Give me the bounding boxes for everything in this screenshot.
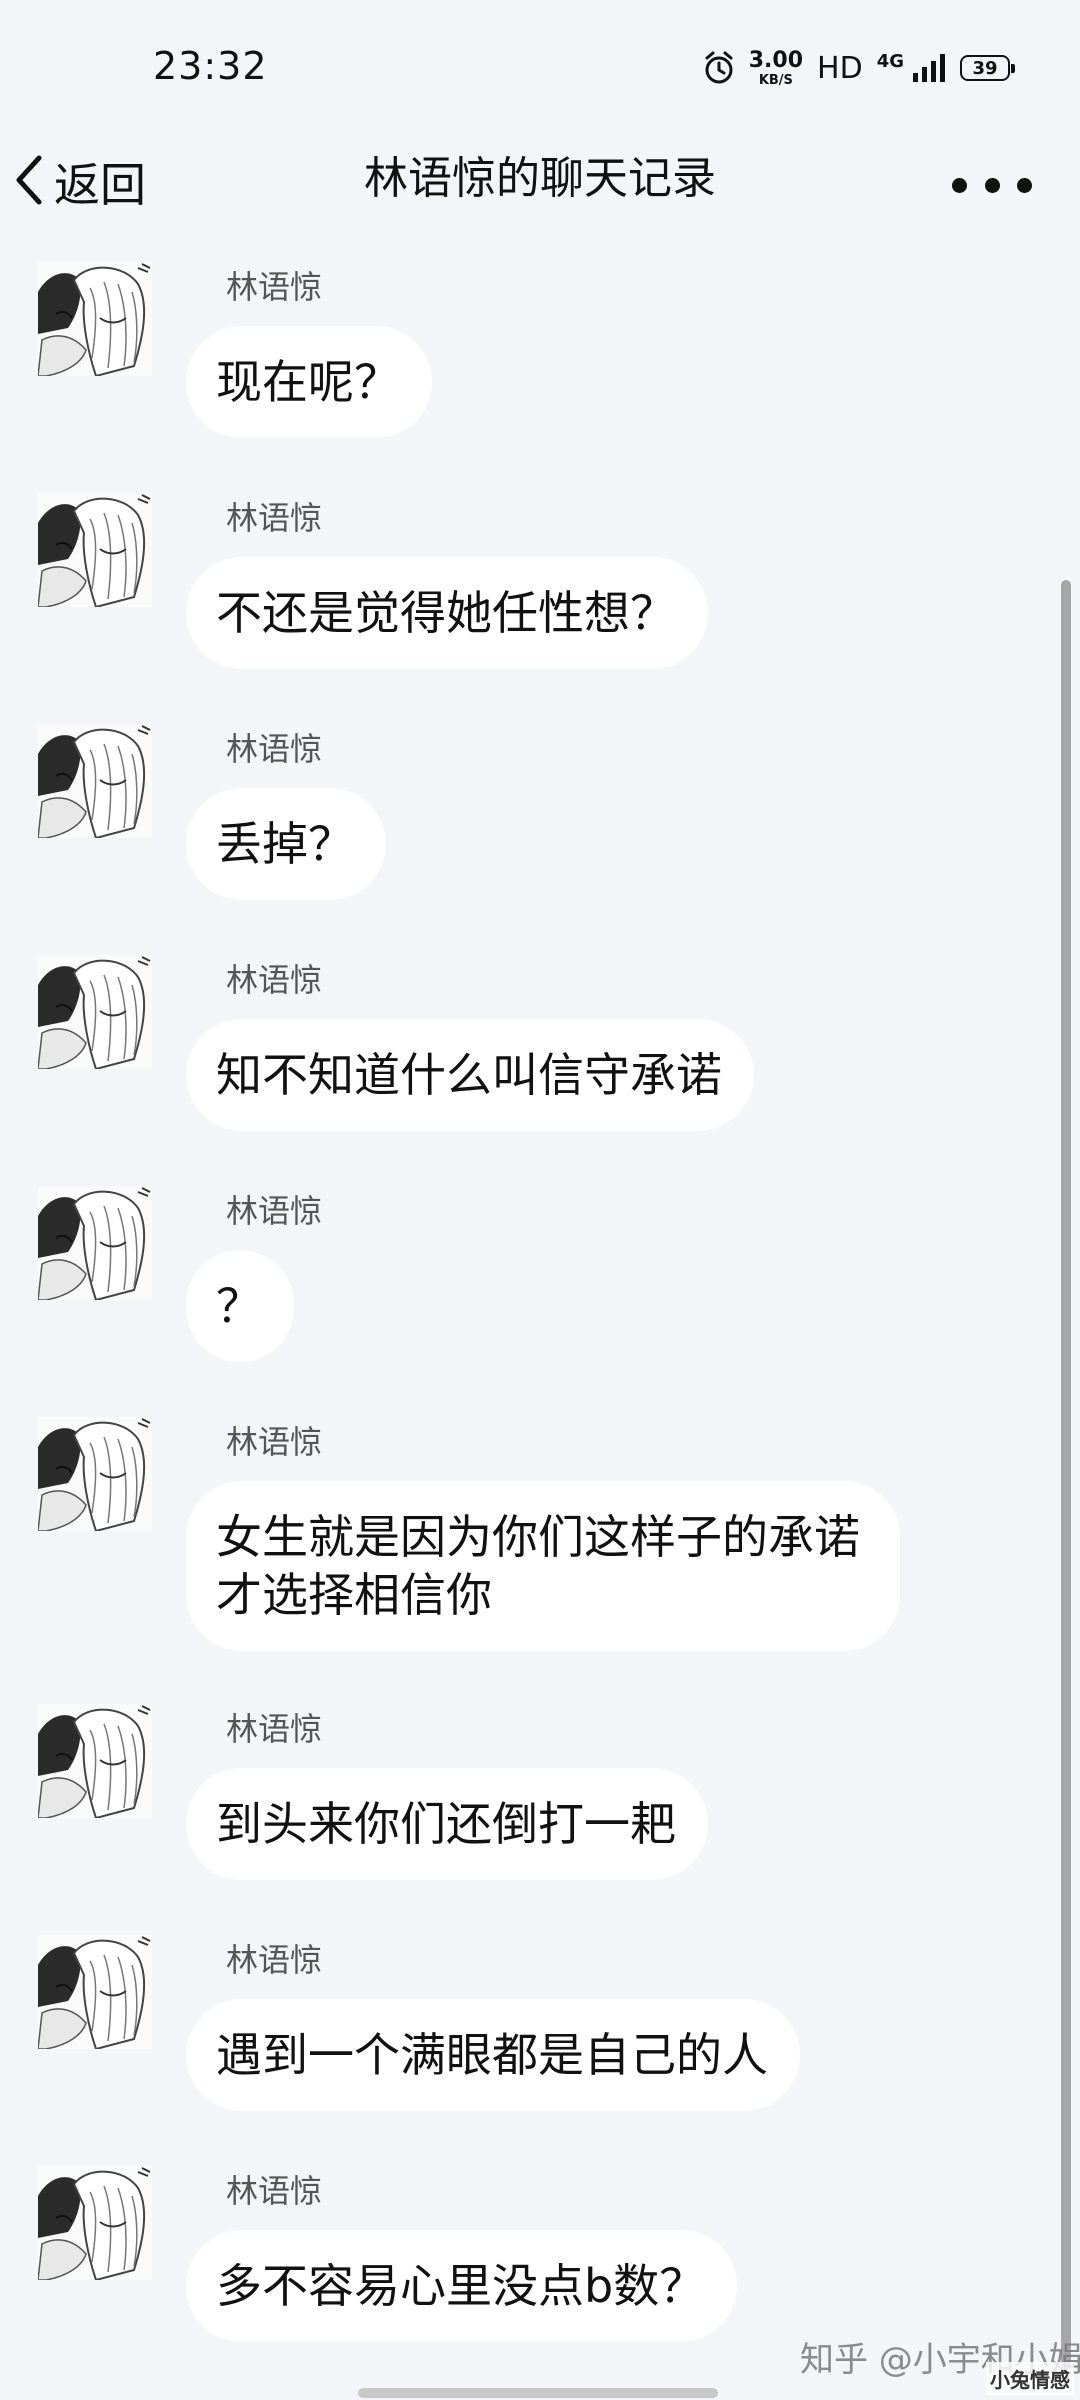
more-dots-icon[interactable] — [952, 160, 1032, 210]
message-bubble[interactable]: 知不知道什么叫信守承诺 — [186, 1019, 754, 1131]
status-icons: 3.00 KB/S HD 4G 39 — [703, 46, 1015, 90]
watermark-logo: 小兔情感 — [986, 2362, 1074, 2395]
network-speed: 3.00 KB/S — [748, 47, 804, 88]
message-bubble[interactable]: ？ — [186, 1250, 294, 1362]
message-bubble[interactable]: 丢掉？ — [186, 788, 386, 900]
avatar[interactable] — [38, 493, 152, 607]
avatar[interactable] — [38, 262, 152, 376]
avatar[interactable] — [38, 955, 152, 1069]
sender-name: 林语惊 — [226, 268, 323, 306]
network-type: 4G — [876, 50, 904, 72]
network-speed-unit: KB/S — [758, 72, 793, 88]
hd-label: HD — [817, 50, 863, 86]
avatar[interactable] — [38, 1417, 152, 1531]
battery-icon: 39 — [960, 55, 1015, 81]
signal-icon — [912, 53, 946, 83]
sender-name: 林语惊 — [226, 1192, 323, 1230]
battery-level: 39 — [972, 57, 998, 79]
message-bubble[interactable]: 现在呢？ — [186, 326, 432, 438]
message-bubble[interactable]: 遇到一个满眼都是自己的人 — [186, 1999, 800, 2111]
more-dot — [952, 177, 967, 193]
message-bubble[interactable]: 女生就是因为你们这样子的承诺才选择相信你 — [186, 1481, 900, 1651]
sender-name: 林语惊 — [226, 1423, 323, 1461]
sender-name: 林语惊 — [226, 730, 323, 768]
avatar[interactable] — [38, 1704, 152, 1818]
sender-name: 林语惊 — [226, 2172, 323, 2210]
avatar[interactable] — [38, 1186, 152, 1300]
more-dot — [1017, 177, 1032, 193]
status-bar: 23:32 3.00 KB/S HD 4G 39 — [0, 0, 1080, 130]
sender-name: 林语惊 — [226, 1941, 323, 1979]
avatar[interactable] — [38, 724, 152, 838]
avatar[interactable] — [38, 2166, 152, 2280]
alarm-icon — [703, 51, 735, 85]
chat-history-screen: 23:32 3.00 KB/S HD 4G 39 返回 林语惊的聊天记录 林语惊… — [0, 0, 1080, 2400]
network-speed-value: 3.00 — [748, 47, 804, 73]
home-indicator[interactable] — [358, 2388, 718, 2398]
sender-name: 林语惊 — [226, 961, 323, 999]
sender-name: 林语惊 — [226, 499, 323, 537]
more-dot — [984, 177, 1000, 193]
chat-message-list[interactable]: 林语惊 现在呢？ 林语惊 不还是觉得她任性想？ 林语惊 丢掉？ 林语惊 知不知道… — [0, 250, 1080, 2400]
nav-bar: 返回 林语惊的聊天记录 — [0, 130, 1080, 240]
message-bubble[interactable]: 多不容易心里没点b数？ — [186, 2230, 738, 2342]
message-bubble[interactable]: 不还是觉得她任性想？ — [186, 557, 708, 669]
scrollbar[interactable] — [1061, 580, 1071, 2370]
sender-name: 林语惊 — [226, 1710, 323, 1748]
avatar[interactable] — [38, 1935, 152, 2049]
message-bubble[interactable]: 到头来你们还倒打一耙 — [186, 1768, 708, 1880]
status-time: 23:32 — [153, 44, 268, 88]
page-title: 林语惊的聊天记录 — [364, 153, 716, 204]
